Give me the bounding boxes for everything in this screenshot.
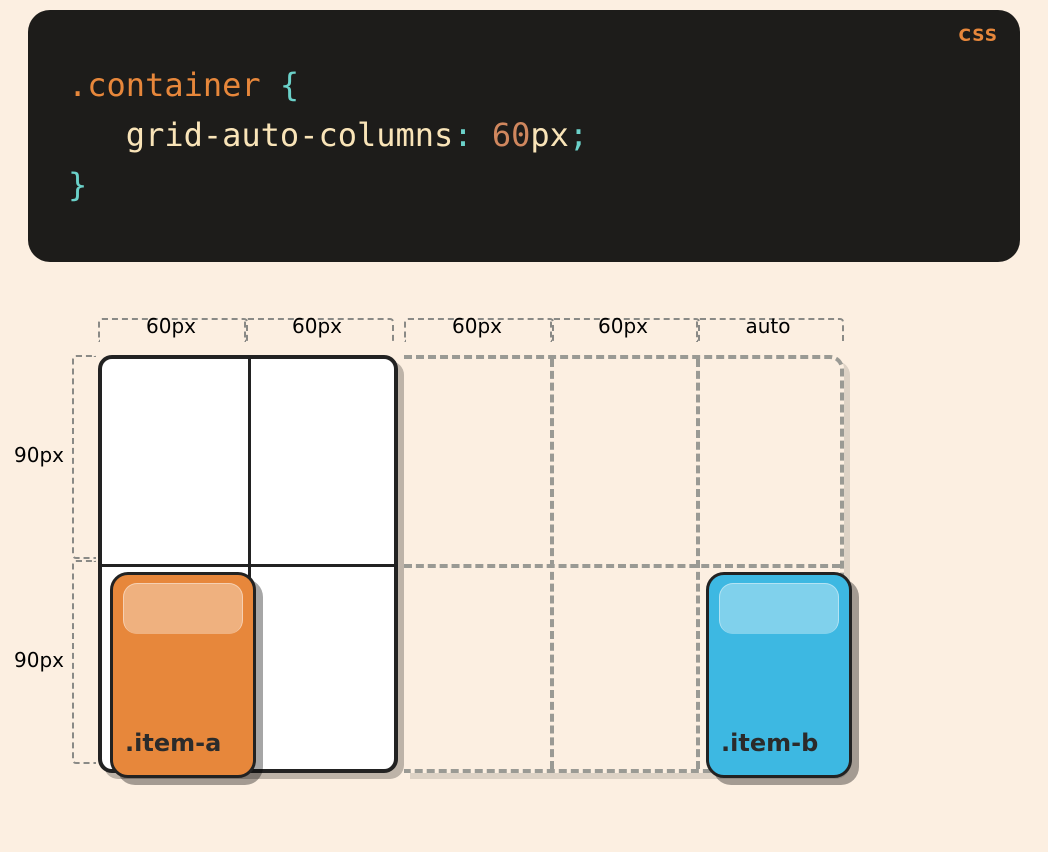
grid-diagram: 60px60px60px60pxauto 90px90px .item-a.it… — [0, 300, 1048, 852]
column-size-label: 60px — [242, 314, 392, 338]
grid-item: .item-b — [706, 572, 852, 778]
column-size-label: 60px — [548, 314, 698, 338]
brace-close: } — [68, 166, 87, 204]
css-number: 60 — [492, 116, 531, 154]
grid-line-horizontal — [404, 564, 840, 568]
code-block: CSS .container { grid-auto-columns: 60px… — [28, 10, 1020, 262]
semicolon: ; — [569, 116, 588, 154]
grid-line-vertical — [550, 359, 554, 769]
grid-item: .item-a — [110, 572, 256, 778]
row-bracket — [72, 355, 96, 559]
column-size-label: auto — [693, 314, 843, 338]
grid-item-label: .item-b — [721, 729, 818, 757]
css-unit: px — [530, 116, 569, 154]
column-size-label: 60px — [96, 314, 246, 338]
indent — [68, 116, 126, 154]
grid-item-label: .item-a — [125, 729, 221, 757]
language-badge: CSS — [958, 26, 998, 46]
css-selector: .container — [68, 66, 261, 104]
row-bracket — [72, 560, 96, 764]
css-property: grid-auto-columns — [126, 116, 454, 154]
row-size-label: 90px — [14, 443, 74, 467]
code-content: .container { grid-auto-columns: 60px; } — [68, 60, 588, 210]
brace-open: { — [261, 66, 300, 104]
column-size-label: 60px — [402, 314, 552, 338]
colon: : — [453, 116, 492, 154]
grid-line-vertical — [696, 359, 700, 769]
row-size-label: 90px — [14, 648, 74, 672]
